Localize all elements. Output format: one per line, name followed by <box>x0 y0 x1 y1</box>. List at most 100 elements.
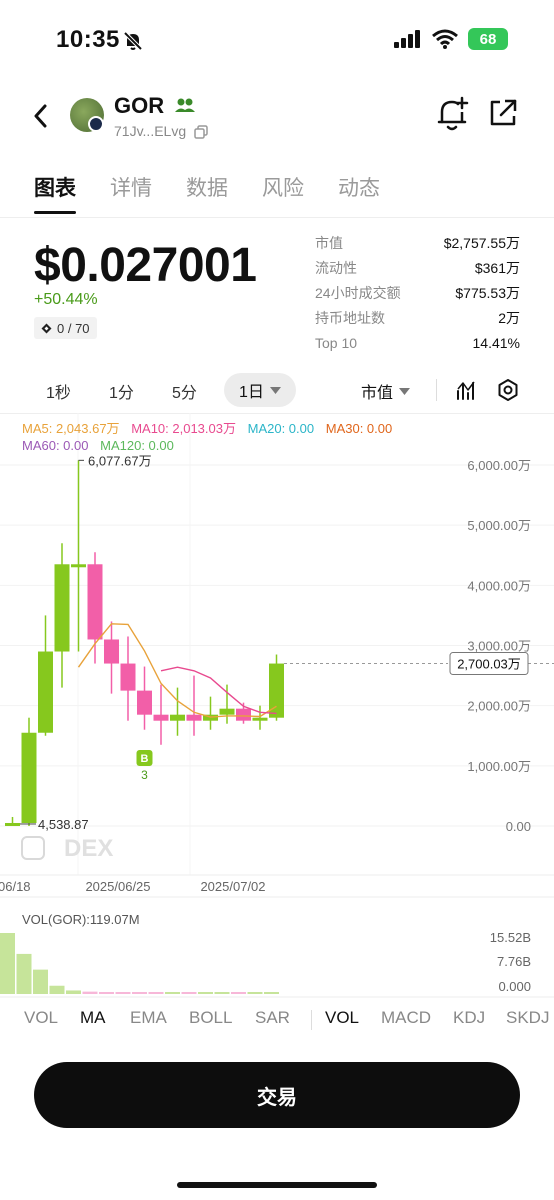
cellular-signal-icon <box>394 30 420 48</box>
stat-value: $2,757.55万 <box>443 235 520 251</box>
ma30-label: MA30: 0.00 <box>325 421 393 436</box>
tabs-divider <box>0 217 554 218</box>
chain-badge-icon <box>88 116 104 132</box>
indicator-vol-sub[interactable]: VOL <box>325 1008 359 1028</box>
watermark-text: DEX <box>64 835 113 862</box>
ma20-label: MA20: 0.00 <box>247 421 315 436</box>
ma5-label: MA5: 2,043.67万 <box>22 421 120 436</box>
caret-down-icon <box>399 387 411 395</box>
indicator-skdj[interactable]: SKDJ <box>506 1008 549 1028</box>
y-tick-label: 5,000.00万 <box>467 518 531 533</box>
watermark-logo-icon <box>21 836 45 860</box>
wifi-icon <box>432 29 458 49</box>
indicator-macd[interactable]: MACD <box>381 1008 431 1028</box>
high-label: 6,077.67万 <box>88 453 152 468</box>
add-alert-bell-icon[interactable] <box>437 96 469 132</box>
volume-bar <box>264 992 279 994</box>
volume-bar <box>198 992 213 994</box>
candle-body <box>153 714 169 721</box>
indicator-kdj[interactable]: KDJ <box>453 1008 485 1028</box>
interval-divider <box>436 379 437 401</box>
ma120-label: MA120: 0.00 <box>100 438 174 453</box>
interval-1m[interactable]: 1分 <box>109 379 134 403</box>
candlestick-chart[interactable]: DEX 6,077.67万 4,538.87 2,700.03万 B 3 6,000.0… <box>0 413 554 998</box>
volume-tick-label: 15.52B <box>490 930 531 945</box>
indicator-ema[interactable]: EMA <box>130 1008 167 1028</box>
main-tabs: 图表 详情 数据 风险 动态 <box>34 172 380 214</box>
volume-bar <box>99 992 114 994</box>
status-bar: 10:35 68 <box>0 0 554 80</box>
candle-body <box>236 708 251 721</box>
buy-marker-letter: B <box>141 753 149 765</box>
indicator-vol-main[interactable]: VOL <box>24 1008 58 1028</box>
share-icon[interactable] <box>488 98 518 128</box>
token-name: GOR <box>114 93 165 118</box>
tab-details[interactable]: 详情 <box>110 172 152 214</box>
y-tick-label: 6,000.00万 <box>467 458 531 473</box>
tab-risk[interactable]: 风险 <box>262 172 304 214</box>
candle-body <box>87 564 103 640</box>
candle-body <box>5 822 20 826</box>
buy-marker-count: 3 <box>141 768 148 782</box>
volume-bar <box>0 933 15 994</box>
current-price-label: 2,700.03万 <box>457 657 521 672</box>
copy-icon[interactable] <box>194 125 208 139</box>
indicator-boll[interactable]: BOLL <box>189 1008 232 1028</box>
volume-bar <box>148 992 164 994</box>
metric-dropdown[interactable]: 市值 <box>361 379 411 403</box>
candle-body <box>120 663 136 691</box>
volume-bar <box>214 992 230 994</box>
y-tick-label: 1,000.00万 <box>467 759 531 774</box>
back-arrow-icon[interactable] <box>26 98 56 134</box>
stat-label: 24小时成交额 <box>315 285 401 301</box>
volume-bar <box>33 969 48 994</box>
settings-hex-icon[interactable] <box>497 378 519 402</box>
ma-legend: MA5: 2,043.67万 MA10: 2,013.03万 MA20: 0.0… <box>22 420 442 454</box>
stat-value: $775.53万 <box>455 285 520 301</box>
volume-bar <box>66 990 81 994</box>
volume-tick-label: 0.000 <box>498 979 531 994</box>
interval-1s[interactable]: 1秒 <box>46 379 71 403</box>
volume-label: VOL(GOR):119.07M <box>22 912 140 927</box>
price-value: $0.027001 <box>34 239 257 292</box>
candle-body <box>137 690 152 715</box>
indicator-ma[interactable]: MA <box>80 1008 106 1028</box>
indicator-divider <box>311 1010 312 1030</box>
mute-bell-icon <box>123 31 143 51</box>
candle-body <box>170 714 185 721</box>
y-tick-label: 4,000.00万 <box>467 578 531 593</box>
ma10-label: MA10: 2,013.03万 <box>131 421 236 436</box>
candle-body <box>71 564 86 568</box>
trade-button[interactable]: 交易 <box>34 1062 520 1128</box>
tab-chart[interactable]: 图表 <box>34 172 76 214</box>
battery-indicator: 68 <box>468 28 508 50</box>
y-tick-label: 0.00 <box>506 819 531 834</box>
candle-body <box>219 708 235 715</box>
x-tick-label: 2025/06/25 <box>85 879 150 894</box>
candle-body <box>104 639 119 664</box>
volume-tick-label: 7.76B <box>497 954 531 969</box>
ma60-label: MA60: 0.00 <box>22 438 89 453</box>
interval-5m[interactable]: 5分 <box>172 379 197 403</box>
indicator-chart-icon[interactable] <box>456 379 478 401</box>
tab-data[interactable]: 数据 <box>186 172 228 214</box>
x-tick-label: 06/18 <box>0 879 31 894</box>
rank-badge[interactable]: 0 / 70 <box>34 317 97 339</box>
indicator-sar[interactable]: SAR <box>255 1008 290 1028</box>
diamond-icon <box>41 323 52 333</box>
low-label: 4,538.87 <box>38 817 89 832</box>
community-icon <box>175 98 195 112</box>
stat-label: 流动性 <box>315 260 357 276</box>
volume-panel: VOL(GOR):119.07M 15.52B 7.76B 0.000 <box>0 912 554 998</box>
volume-bar <box>132 992 147 994</box>
candle-body <box>252 717 268 721</box>
interval-bar: 1秒 1分 5分 1日 市值 <box>0 373 554 409</box>
volume-bar <box>231 992 246 994</box>
candle-body <box>21 732 37 823</box>
tab-activity[interactable]: 动态 <box>338 172 380 214</box>
volume-bar <box>16 953 32 994</box>
volume-bar <box>181 992 197 994</box>
status-time: 10:35 <box>56 26 120 53</box>
interval-1d-dropdown[interactable]: 1日 <box>224 373 296 407</box>
status-icons: 68 <box>394 28 508 50</box>
